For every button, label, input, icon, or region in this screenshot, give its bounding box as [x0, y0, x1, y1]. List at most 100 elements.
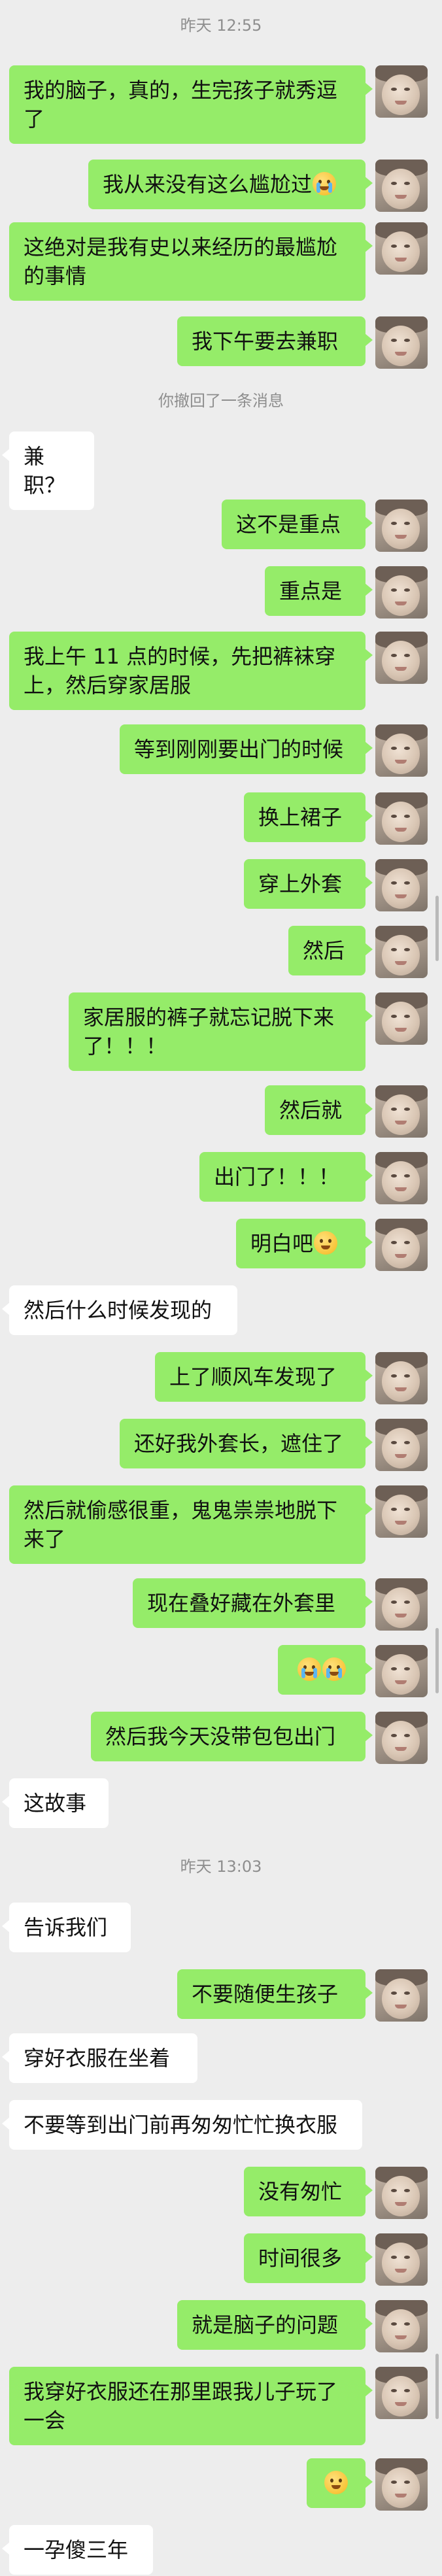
message-text: 一孕傻三年 — [24, 2537, 129, 2562]
user-avatar[interactable] — [375, 2458, 428, 2511]
message-text: 这绝对是我有史以来经历的最尴尬的事情 — [24, 235, 338, 288]
chat-bubble-sent[interactable]: 我下午要去兼职 — [177, 316, 373, 366]
message-text: 现在叠好藏在外套里 — [147, 1591, 336, 1616]
message-text: 我上午 11 点的时候，先把裤袜穿上，然后穿家居服 — [24, 644, 336, 698]
user-avatar[interactable] — [375, 1712, 428, 1764]
timestamp: 昨天 13:03 — [180, 1857, 262, 1876]
message-text: 我穿好衣服还在那里跟我儿子玩了一会 — [24, 2379, 338, 2433]
chat-bubble-sent[interactable]: 出门了！！！ — [199, 1152, 373, 1202]
message-text: 我从来没有这么尴尬过 — [103, 172, 313, 197]
message-text: 然后 — [303, 938, 345, 963]
user-avatar[interactable] — [375, 1578, 428, 1631]
message-text: 时间很多 — [258, 2246, 343, 2271]
user-avatar[interactable] — [375, 2167, 428, 2219]
user-avatar[interactable] — [375, 316, 428, 369]
user-avatar[interactable] — [375, 859, 428, 911]
user-avatar[interactable] — [375, 1152, 428, 1204]
user-avatar[interactable] — [375, 1219, 428, 1271]
message-text: 就是脑子的问题 — [192, 2313, 339, 2337]
message-text: 这不是重点 — [236, 512, 341, 537]
message-text: 换上裙子 — [258, 805, 343, 830]
chat-bubble-sent[interactable]: 就是脑子的问题 — [177, 2300, 373, 2350]
chat-bubble-received[interactable]: 告诉我们 — [2, 1903, 131, 1952]
chat-bubble-sent[interactable]: 没有匆忙 — [244, 2167, 373, 2216]
chat-bubble-sent[interactable]: 时间很多 — [244, 2233, 373, 2283]
message-text: 然后就 — [279, 1098, 343, 1123]
user-avatar[interactable] — [375, 1485, 428, 1538]
chat-bubble-sent[interactable]: 重点是 — [265, 566, 373, 616]
chat-bubble-sent[interactable]: 不要随便生孩子 — [177, 1969, 373, 2019]
chat-bubble-sent[interactable]: 这绝对是我有史以来经历的最尴尬的事情 — [9, 222, 373, 301]
crying-emoji — [298, 1657, 321, 1681]
message-text: 不要等到出门前再匆匆忙忙换衣服 — [24, 2112, 338, 2137]
crying-emoji — [313, 172, 337, 195]
chat-bubble-sent[interactable]: 然后 — [288, 926, 373, 975]
user-avatar[interactable] — [375, 1085, 428, 1138]
user-avatar[interactable] — [375, 2300, 428, 2352]
grimace-emoji — [324, 2471, 348, 2494]
chat-bubble-sent[interactable]: 家居服的裤子就忘记脱下来了！！！ — [69, 992, 373, 1071]
message-text: 没有匆忙 — [258, 2179, 343, 2204]
chat-bubble-sent[interactable]: 然后就偷感很重，鬼鬼祟祟地脱下来了 — [9, 1485, 373, 1564]
timestamp: 昨天 12:55 — [180, 16, 262, 35]
user-avatar[interactable] — [375, 2367, 428, 2419]
user-avatar[interactable] — [375, 1352, 428, 1404]
chat-bubble-sent[interactable]: 我的脑子，真的，生完孩子就秀逗了 — [9, 65, 373, 144]
user-avatar[interactable] — [375, 65, 428, 118]
chat-bubble-received[interactable]: 一孕傻三年 — [2, 2525, 153, 2575]
message-text: 出门了！！！ — [214, 1164, 340, 1189]
chat-bubble-sent[interactable]: 这不是重点 — [222, 500, 373, 549]
message-text: 重点是 — [279, 579, 343, 603]
crying-emoji — [322, 1657, 346, 1681]
message-text: 告诉我们 — [24, 1915, 108, 1940]
chat-bubble-received[interactable]: 不要等到出门前再匆匆忙忙换衣服 — [2, 2100, 362, 2150]
user-avatar[interactable] — [375, 632, 428, 684]
chat-bubble-sent[interactable]: 等到刚刚要出门的时候 — [120, 724, 373, 774]
chat-bubble-sent[interactable] — [307, 2458, 373, 2508]
message-text: 然后什么时候发现的 — [24, 1298, 212, 1323]
message-text: 然后就偷感很重，鬼鬼祟祟地脱下来了 — [24, 1498, 338, 1551]
chat-bubble-sent[interactable]: 然后我今天没带包包出门 — [91, 1712, 373, 1761]
user-avatar[interactable] — [375, 500, 428, 552]
scrollbar-thumb[interactable] — [435, 2354, 439, 2419]
message-text: 兼职？ — [24, 444, 66, 498]
user-avatar[interactable] — [375, 2233, 428, 2286]
message-text: 上了顺风车发现了 — [169, 1364, 337, 1389]
user-avatar[interactable] — [375, 160, 428, 212]
chat-bubble-sent[interactable]: 我穿好衣服还在那里跟我儿子玩了一会 — [9, 2367, 373, 2445]
user-avatar[interactable] — [375, 992, 428, 1045]
user-avatar[interactable] — [375, 566, 428, 619]
chat-bubble-sent[interactable]: 换上裙子 — [244, 792, 373, 842]
chat-bubble-sent[interactable]: 我上午 11 点的时候，先把裤袜穿上，然后穿家居服 — [9, 632, 373, 710]
user-avatar[interactable] — [375, 1969, 428, 2022]
message-text: 我的脑子，真的，生完孩子就秀逗了 — [24, 78, 338, 131]
user-avatar[interactable] — [375, 222, 428, 275]
chat-bubble-sent[interactable] — [278, 1645, 373, 1695]
user-avatar[interactable] — [375, 926, 428, 978]
chat-bubble-sent[interactable]: 上了顺风车发现了 — [155, 1352, 373, 1402]
chat-history[interactable]: 昨天 12:55 我的脑子，真的，生完孩子就秀逗了 我从来没有这么尴尬过 这绝对… — [0, 0, 442, 2576]
chat-bubble-sent[interactable]: 现在叠好藏在外套里 — [133, 1578, 373, 1628]
message-text: 然后我今天没带包包出门 — [105, 1724, 336, 1749]
user-avatar[interactable] — [375, 724, 428, 777]
message-text: 等到刚刚要出门的时候 — [134, 737, 344, 762]
user-avatar[interactable] — [375, 1645, 428, 1697]
chat-bubble-sent[interactable]: 然后就 — [265, 1085, 373, 1135]
message-text: 我下午要去兼职 — [192, 329, 339, 354]
scrollbar-thumb[interactable] — [435, 896, 439, 961]
user-avatar[interactable] — [375, 792, 428, 845]
message-text: 明白吧 — [250, 1231, 314, 1256]
chat-bubble-received[interactable]: 这故事 — [2, 1778, 109, 1828]
message-text: 还好我外套长，遮住了 — [134, 1431, 344, 1456]
scrollbar-thumb[interactable] — [435, 1628, 439, 1693]
chat-bubble-sent[interactable]: 还好我外套长，遮住了 — [120, 1419, 373, 1468]
message-text: 家居服的裤子就忘记脱下来了！！！ — [83, 1005, 335, 1059]
chat-bubble-received[interactable]: 然后什么时候发现的 — [2, 1285, 237, 1335]
chat-bubble-received[interactable]: 穿好衣服在坐着 — [2, 2033, 197, 2083]
user-avatar[interactable] — [375, 1419, 428, 1471]
chat-bubble-received[interactable]: 兼职？ — [2, 432, 94, 510]
chat-bubble-sent[interactable]: 穿上外套 — [244, 859, 373, 909]
chat-bubble-sent[interactable]: 我从来没有这么尴尬过 — [88, 160, 373, 209]
message-text: 这故事 — [24, 1791, 87, 1816]
chat-bubble-sent[interactable]: 明白吧 — [236, 1219, 373, 1268]
